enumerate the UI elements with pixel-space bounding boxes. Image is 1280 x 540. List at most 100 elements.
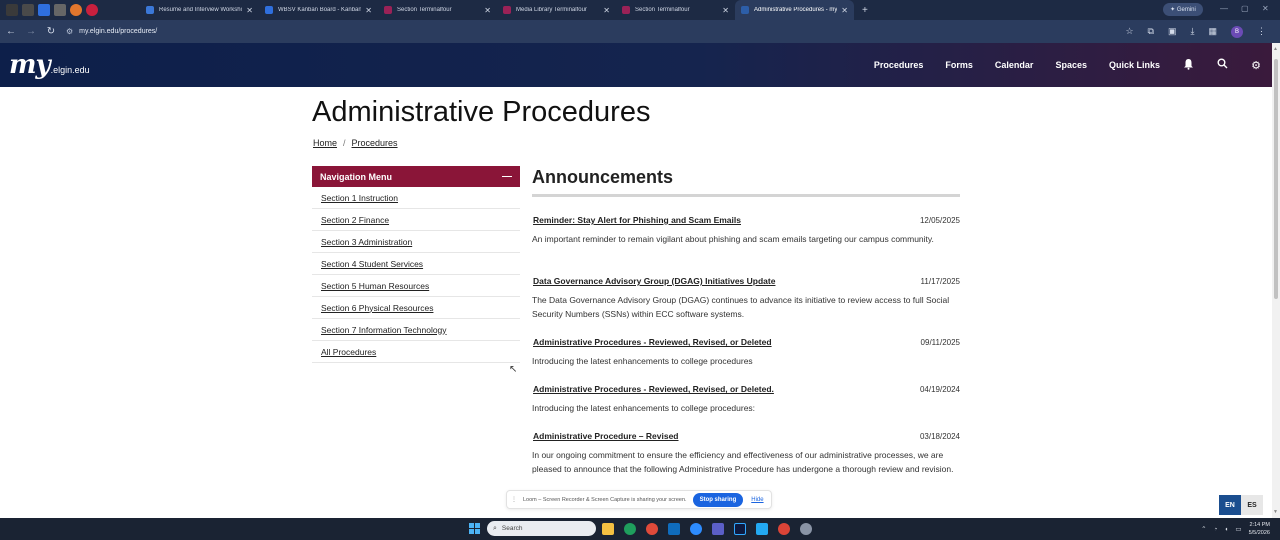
- scroll-down-icon[interactable]: ▼: [1273, 509, 1278, 515]
- announcement-title-link[interactable]: Administrative Procedure – Revised: [533, 431, 679, 441]
- language-en-button[interactable]: EN: [1219, 495, 1241, 515]
- navigation-menu: Navigation Menu — Section 1 Instruction …: [312, 166, 520, 363]
- settings-icon[interactable]: ⚙: [1250, 59, 1262, 72]
- nav-item-section-7[interactable]: Section 7 Information Technology: [321, 325, 447, 335]
- extensions-icon[interactable]: ⧉: [1148, 26, 1154, 37]
- scroll-up-icon[interactable]: ▲: [1273, 46, 1278, 52]
- screenshot-icon[interactable]: ▦: [1208, 26, 1217, 37]
- nav-calendar[interactable]: Calendar: [995, 60, 1034, 70]
- wifi-icon[interactable]: ◔: [1214, 526, 1218, 533]
- site-info-icon[interactable]: ⚙: [66, 27, 73, 36]
- taskbar-search[interactable]: ⌕ Search: [487, 521, 596, 536]
- collapse-icon[interactable]: —: [502, 171, 512, 182]
- zoom-icon[interactable]: [690, 523, 702, 535]
- settings-app-icon[interactable]: [800, 523, 812, 535]
- hide-banner-link[interactable]: Hide: [751, 497, 763, 503]
- browser-tab[interactable]: Media Library Terminalfour ✕: [497, 0, 616, 20]
- profile-avatar[interactable]: B: [1231, 25, 1243, 38]
- maximize-icon[interactable]: ▢: [1241, 4, 1249, 13]
- close-icon[interactable]: ✕: [246, 6, 253, 15]
- nav-item-section-1[interactable]: Section 1 Instruction: [321, 193, 398, 203]
- browser-menu-icon[interactable]: ⋮: [1257, 26, 1266, 37]
- browser-tab-bar: Resume and Interview Worksho ✕ WBSV Kanb…: [0, 0, 1280, 20]
- windows-start-icon[interactable]: [469, 523, 480, 534]
- close-icon[interactable]: ✕: [722, 6, 729, 15]
- pinned-tab-icon[interactable]: [70, 4, 82, 16]
- announcement-item: Reminder: Stay Alert for Phishing and Sc…: [532, 215, 960, 247]
- stop-sharing-button[interactable]: Stop sharing: [692, 492, 744, 507]
- nav-forms[interactable]: Forms: [945, 60, 973, 70]
- breadcrumb-home[interactable]: Home: [313, 138, 337, 148]
- pinned-tab-icon[interactable]: [54, 4, 66, 16]
- volume-icon[interactable]: ◖: [1224, 526, 1228, 533]
- photoshop-icon[interactable]: [734, 523, 746, 535]
- clock-date: 5/5/2026: [1248, 530, 1270, 536]
- nav-item-section-3[interactable]: Section 3 Administration: [321, 237, 412, 247]
- bookmark-star-icon[interactable]: ☆: [1125, 26, 1133, 37]
- nav-item-section-2[interactable]: Section 2 Finance: [321, 215, 389, 225]
- pinned-tab-icon[interactable]: [38, 4, 50, 16]
- mouse-cursor-icon: ↖: [509, 364, 518, 375]
- nav-item-section-6[interactable]: Section 6 Physical Resources: [321, 303, 433, 313]
- tab-favicon-icon: [503, 6, 511, 14]
- nav-item-section-4[interactable]: Section 4 Student Services: [321, 259, 423, 269]
- search-icon[interactable]: [1216, 58, 1228, 72]
- browser-tab[interactable]: Resume and Interview Worksho ✕: [140, 0, 259, 20]
- tab-favicon-icon: [741, 6, 749, 14]
- forward-icon[interactable]: →: [22, 26, 40, 37]
- tab-label: Section Terminalfour: [635, 7, 690, 13]
- site-header: my .elgin.edu Procedures Forms Calendar …: [0, 43, 1272, 87]
- scrollbar-thumb[interactable]: [1274, 59, 1278, 299]
- minimize-icon[interactable]: —: [1220, 4, 1228, 13]
- vscode-icon[interactable]: [756, 523, 768, 535]
- page-scrollbar[interactable]: ▲ ▼: [1272, 43, 1280, 518]
- close-icon[interactable]: ✕: [365, 6, 372, 15]
- chrome-icon[interactable]: [646, 523, 658, 535]
- tray-expand-icon[interactable]: ⌃: [1201, 525, 1206, 533]
- announcement-description: In our ongoing commitment to ensure the …: [532, 450, 954, 474]
- battery-icon[interactable]: ▭: [1235, 525, 1241, 533]
- gemini-button[interactable]: ✦ Gemini: [1163, 3, 1203, 16]
- breadcrumb-procedures[interactable]: Procedures: [352, 138, 398, 148]
- browser-tab[interactable]: WBSV Kanban Board - Kanban ✕: [259, 0, 378, 20]
- nav-quick-links[interactable]: Quick Links: [1109, 60, 1160, 70]
- close-icon[interactable]: ✕: [484, 6, 491, 15]
- browser-tab[interactable]: Section Terminalfour ✕: [378, 0, 497, 20]
- nav-item-all-procedures[interactable]: All Procedures: [321, 347, 376, 357]
- navigation-menu-header[interactable]: Navigation Menu —: [312, 166, 520, 187]
- windows-taskbar: ⌕ Search ⌃ ◔ ◖ ▭ 2:14 PM 5/5/2026: [0, 518, 1280, 540]
- nav-item: Section 1 Instruction: [312, 187, 520, 209]
- announcement-title-link[interactable]: Data Governance Advisory Group (DGAG) In…: [533, 276, 775, 286]
- announcement-title-link[interactable]: Administrative Procedures - Reviewed, Re…: [533, 337, 772, 347]
- pinned-tabs: [0, 4, 140, 16]
- back-icon[interactable]: ←: [2, 26, 20, 37]
- chrome-profile-icon[interactable]: [778, 523, 790, 535]
- bell-icon[interactable]: [1182, 58, 1194, 73]
- announcement-title-link[interactable]: Reminder: Stay Alert for Phishing and Sc…: [533, 215, 741, 225]
- window-close-icon[interactable]: ✕: [1262, 4, 1269, 13]
- nav-spaces[interactable]: Spaces: [1055, 60, 1087, 70]
- teams-icon[interactable]: [712, 523, 724, 535]
- edge-icon[interactable]: [624, 523, 636, 535]
- file-explorer-icon[interactable]: [602, 523, 614, 535]
- close-icon[interactable]: ✕: [841, 6, 848, 15]
- system-clock[interactable]: 2:14 PM 5/5/2026: [1249, 521, 1270, 537]
- url-field[interactable]: ⚙ my.elgin.edu/procedures/: [66, 27, 157, 36]
- pinned-tab-icon[interactable]: [22, 4, 34, 16]
- site-logo[interactable]: my .elgin.edu: [9, 50, 90, 80]
- language-es-button[interactable]: ES: [1241, 495, 1263, 515]
- pinned-tab-icon[interactable]: [6, 4, 18, 16]
- download-icon[interactable]: ⤓: [1191, 26, 1195, 37]
- sidebar-icon[interactable]: ▣: [1168, 26, 1177, 37]
- pinned-tab-icon[interactable]: [86, 4, 98, 16]
- close-icon[interactable]: ✕: [603, 6, 610, 15]
- outlook-icon[interactable]: [668, 523, 680, 535]
- announcement-title-link[interactable]: Administrative Procedures - Reviewed, Re…: [533, 384, 774, 394]
- reload-icon[interactable]: ↻: [42, 26, 60, 37]
- nav-item-section-5[interactable]: Section 5 Human Resources: [321, 281, 429, 291]
- drag-handle-icon[interactable]: ⋮: [511, 496, 517, 503]
- nav-procedures[interactable]: Procedures: [874, 60, 924, 70]
- browser-tab-active[interactable]: Administrative Procedures - my ✕: [735, 0, 854, 20]
- browser-tab[interactable]: Section Terminalfour ✕: [616, 0, 735, 20]
- new-tab-icon[interactable]: +: [862, 5, 868, 16]
